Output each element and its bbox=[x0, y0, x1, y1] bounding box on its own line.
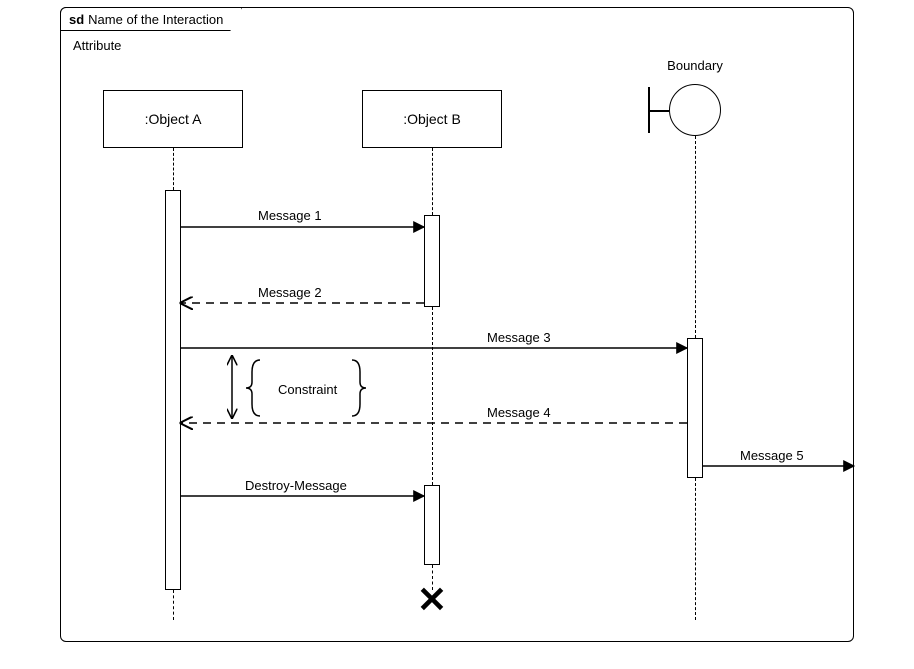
destroy-message-label: Destroy-Message bbox=[245, 478, 347, 493]
lifeline-object-a-tail bbox=[173, 590, 174, 620]
activation-object-a bbox=[165, 190, 181, 590]
constraint-label: Constraint bbox=[278, 382, 337, 397]
frame-title: Name of the Interaction bbox=[88, 12, 223, 27]
activation-object-b-1 bbox=[424, 215, 440, 307]
lifeline-label-object-a: :Object A bbox=[145, 111, 202, 127]
lifeline-object-a bbox=[173, 148, 174, 190]
activation-boundary bbox=[687, 338, 703, 478]
boundary-icon bbox=[640, 80, 730, 140]
lifeline-head-object-b: :Object B bbox=[362, 90, 502, 148]
message-4-label: Message 4 bbox=[487, 405, 551, 420]
destroy-icon: ✕ bbox=[417, 579, 447, 621]
lifeline-object-b-2 bbox=[432, 307, 433, 485]
lifeline-label-boundary: Boundary bbox=[665, 58, 725, 73]
diagram-canvas: sd Name of the Interaction Attribute :Ob… bbox=[0, 0, 914, 669]
frame-attribute: Attribute bbox=[73, 38, 121, 53]
lifeline-object-b-1 bbox=[432, 148, 433, 215]
lifeline-boundary-2 bbox=[695, 478, 696, 620]
frame-prefix: sd bbox=[69, 12, 84, 27]
lifeline-boundary-1 bbox=[695, 136, 696, 338]
message-5-label: Message 5 bbox=[740, 448, 804, 463]
message-3-label: Message 3 bbox=[487, 330, 551, 345]
message-2-label: Message 2 bbox=[258, 285, 322, 300]
activation-object-b-2 bbox=[424, 485, 440, 565]
frame-name-tab: sd Name of the Interaction bbox=[60, 7, 242, 31]
message-1-label: Message 1 bbox=[258, 208, 322, 223]
lifeline-head-object-a: :Object A bbox=[103, 90, 243, 148]
lifeline-label-object-b: :Object B bbox=[403, 111, 461, 127]
